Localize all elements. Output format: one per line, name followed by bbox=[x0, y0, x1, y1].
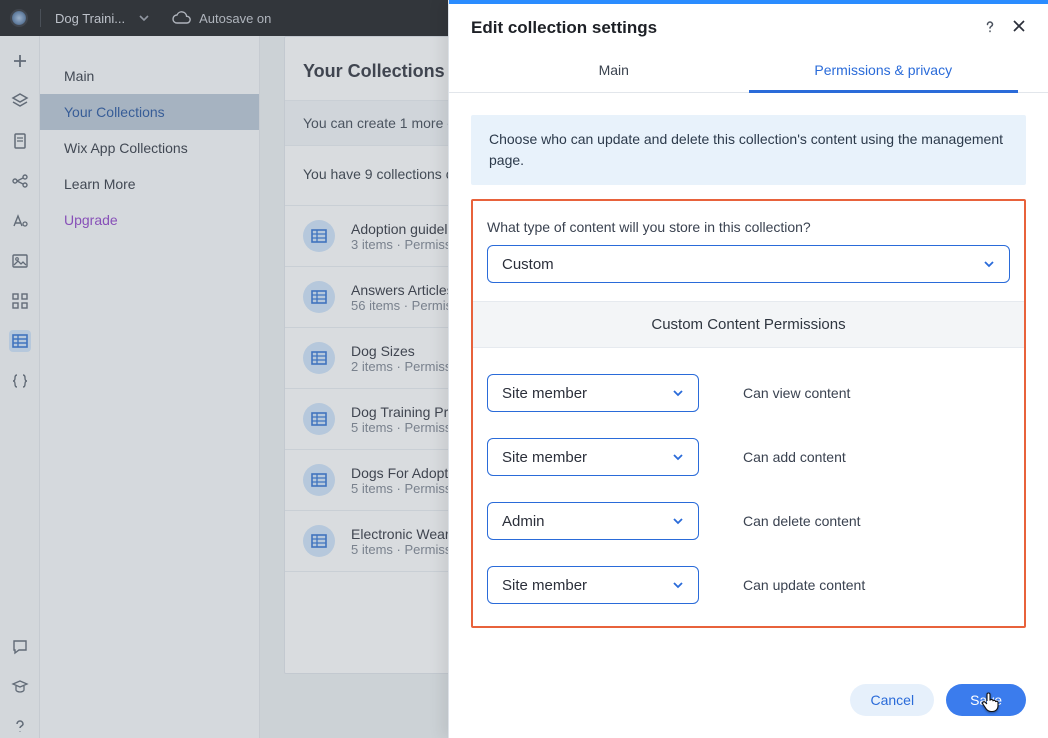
help-icon[interactable] bbox=[9, 716, 31, 738]
permission-row-update: Site member Can update content bbox=[487, 566, 1010, 604]
edit-collection-modal: Edit collection settings Main Permission… bbox=[448, 0, 1048, 738]
permission-label: Can add content bbox=[743, 449, 846, 465]
highlighted-permissions-block: What type of content will you store in t… bbox=[471, 199, 1026, 628]
site-switcher[interactable]: Dog Traini... bbox=[10, 9, 149, 27]
permissions-notice: Choose who can update and delete this co… bbox=[471, 115, 1026, 185]
permissions-section-heading: Custom Content Permissions bbox=[473, 301, 1024, 348]
permission-label: Can delete content bbox=[743, 513, 861, 529]
database-icon[interactable] bbox=[9, 330, 31, 352]
autosave-label: Autosave on bbox=[199, 11, 271, 26]
braces-icon[interactable] bbox=[9, 370, 31, 392]
role-value: Site member bbox=[502, 385, 587, 402]
cancel-button[interactable]: Cancel bbox=[850, 684, 934, 716]
permission-row-delete: Admin Can delete content bbox=[487, 502, 1010, 540]
sidebar-item-upgrade[interactable]: Upgrade bbox=[40, 202, 259, 238]
role-select-update[interactable]: Site member bbox=[487, 566, 699, 604]
modal-tabs: Main Permissions & privacy bbox=[449, 50, 1048, 93]
tab-main[interactable]: Main bbox=[479, 50, 749, 92]
modal-title: Edit collection settings bbox=[471, 18, 657, 38]
permission-label: Can update content bbox=[743, 577, 865, 593]
apps-icon[interactable] bbox=[9, 290, 31, 312]
role-select-delete[interactable]: Admin bbox=[487, 502, 699, 540]
role-value: Site member bbox=[502, 449, 587, 466]
sidebar-item-main[interactable]: Main bbox=[40, 58, 259, 94]
chevron-down-icon bbox=[672, 515, 684, 527]
table-icon bbox=[303, 403, 335, 435]
modal-footer: Cancel Save bbox=[449, 668, 1048, 738]
divider bbox=[40, 9, 41, 27]
role-select-view[interactable]: Site member bbox=[487, 374, 699, 412]
learn-icon[interactable] bbox=[9, 676, 31, 698]
sidebar-panel: Main Your Collections Wix App Collection… bbox=[40, 36, 260, 738]
connections-icon[interactable] bbox=[9, 170, 31, 192]
chevron-down-icon bbox=[672, 579, 684, 591]
table-icon bbox=[303, 342, 335, 374]
help-icon[interactable] bbox=[982, 19, 998, 38]
permission-label: Can view content bbox=[743, 385, 850, 401]
text-style-icon[interactable] bbox=[9, 210, 31, 232]
autosave-indicator: Autosave on bbox=[171, 11, 271, 26]
chevron-down-icon bbox=[672, 387, 684, 399]
sidebar-item-learn-more[interactable]: Learn More bbox=[40, 166, 259, 202]
site-logo-icon bbox=[10, 9, 28, 27]
cloud-icon bbox=[171, 11, 191, 25]
table-icon bbox=[303, 464, 335, 496]
chevron-down-icon bbox=[672, 451, 684, 463]
role-select-add[interactable]: Site member bbox=[487, 438, 699, 476]
add-icon[interactable] bbox=[9, 50, 31, 72]
table-icon bbox=[303, 525, 335, 557]
modal-body: Choose who can update and delete this co… bbox=[449, 93, 1048, 668]
content-type-value: Custom bbox=[502, 256, 554, 273]
content-type-question: What type of content will you store in t… bbox=[487, 219, 1010, 235]
site-name: Dog Traini... bbox=[55, 11, 125, 26]
page-icon[interactable] bbox=[9, 130, 31, 152]
content-type-select[interactable]: Custom bbox=[487, 245, 1010, 283]
comment-icon[interactable] bbox=[9, 636, 31, 658]
image-icon[interactable] bbox=[9, 250, 31, 272]
save-button[interactable]: Save bbox=[946, 684, 1026, 716]
role-value: Site member bbox=[502, 577, 587, 594]
sidebar-item-your-collections[interactable]: Your Collections bbox=[40, 94, 259, 130]
permission-row-view: Site member Can view content bbox=[487, 374, 1010, 412]
permission-row-add: Site member Can add content bbox=[487, 438, 1010, 476]
chevron-down-icon bbox=[139, 13, 149, 23]
role-value: Admin bbox=[502, 513, 545, 530]
left-rail bbox=[0, 36, 40, 738]
close-icon[interactable] bbox=[1012, 19, 1026, 38]
table-icon bbox=[303, 220, 335, 252]
sidebar-item-wix-app-collections[interactable]: Wix App Collections bbox=[40, 130, 259, 166]
layers-icon[interactable] bbox=[9, 90, 31, 112]
tab-permissions[interactable]: Permissions & privacy bbox=[749, 50, 1019, 93]
chevron-down-icon bbox=[983, 258, 995, 270]
table-icon bbox=[303, 281, 335, 313]
